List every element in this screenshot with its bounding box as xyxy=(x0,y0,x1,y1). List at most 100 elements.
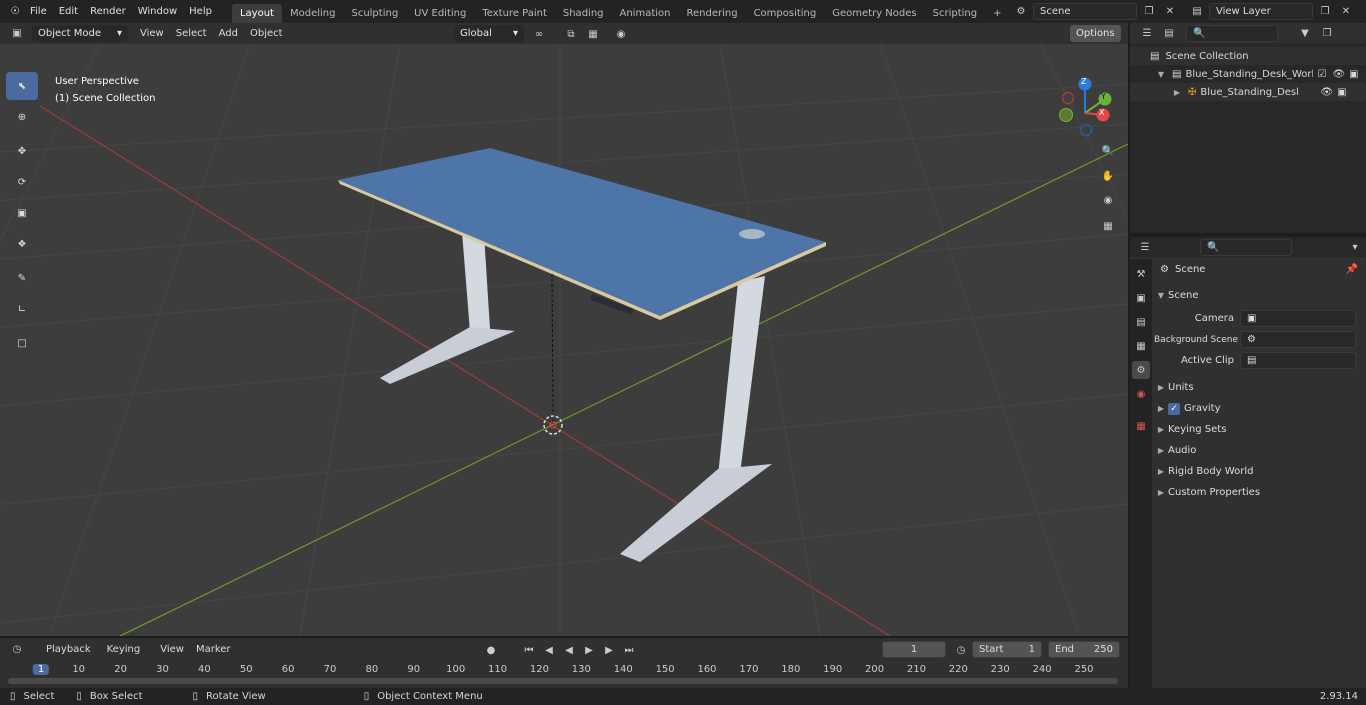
add-workspace-icon[interactable]: + xyxy=(985,4,1009,23)
tab-compositing[interactable]: Compositing xyxy=(746,4,825,23)
proportional-edit-icon[interactable]: ◉ xyxy=(612,25,630,43)
outliner-row[interactable]: ▶ ✠ Blue_Standing_Desk_Wo 👁 ▣ xyxy=(1130,83,1366,101)
camera-icon[interactable]: ▣ xyxy=(1337,87,1346,98)
select-box-tool-icon[interactable]: ⬉ xyxy=(6,72,38,100)
viewport-menu-object[interactable]: Object xyxy=(244,28,289,39)
current-frame-field[interactable]: 1 xyxy=(882,641,946,658)
timeline-menu-keying[interactable]: Keying xyxy=(101,644,147,655)
timeline-scrollbar[interactable] xyxy=(8,678,1118,684)
scale-tool-icon[interactable]: ▣ xyxy=(6,199,38,227)
tab-texture-paint[interactable]: Texture Paint xyxy=(474,4,555,23)
menu-file[interactable]: File xyxy=(24,6,53,17)
gizmo-z-label[interactable]: Z xyxy=(1081,77,1086,86)
tab-scripting[interactable]: Scripting xyxy=(925,4,985,23)
expand-down-icon[interactable]: ▼ xyxy=(1154,70,1168,79)
start-frame-field[interactable]: Start 1 xyxy=(972,641,1042,658)
tab-animation[interactable]: Animation xyxy=(612,4,679,23)
move-tool-icon[interactable]: ✥ xyxy=(6,137,38,165)
next-keyframe-icon[interactable]: ▶ xyxy=(600,641,618,659)
zoom-icon[interactable]: 🔍 xyxy=(1099,142,1117,160)
scene-icon[interactable]: ⚙ xyxy=(1012,2,1030,20)
3d-viewport[interactable]: User Perspective (1) Scene Collection Z … xyxy=(0,44,1128,636)
view-layer-tab-icon[interactable]: ▦ xyxy=(1132,337,1150,355)
scene-panel-header[interactable]: ▼ Scene xyxy=(1154,285,1366,306)
output-tab-icon[interactable]: ▤ xyxy=(1132,313,1150,331)
viewport-menu-select[interactable]: Select xyxy=(170,28,213,39)
active-clip-field[interactable]: ▤ xyxy=(1240,352,1356,369)
gravity-section[interactable]: ▶ ✓ Gravity xyxy=(1154,398,1366,419)
properties-search-input[interactable]: 🔍 xyxy=(1200,238,1292,256)
world-tab-icon[interactable]: ◉ xyxy=(1132,385,1150,403)
timeline-editor-icon[interactable]: ◷ xyxy=(8,640,26,658)
eye-icon[interactable]: 👁 xyxy=(1320,87,1333,98)
outliner-root-row[interactable]: ▤ Scene Collection xyxy=(1130,47,1366,65)
rotate-tool-icon[interactable]: ⟳ xyxy=(6,168,38,196)
editor-type-icon[interactable]: ▣ xyxy=(8,25,26,43)
eye-icon[interactable]: 👁 xyxy=(1332,69,1345,80)
checkbox-icon[interactable]: ☑ xyxy=(1317,69,1326,80)
timeline-menu-playback[interactable]: Playback xyxy=(40,644,97,655)
outliner-editor-icon[interactable]: ☰ xyxy=(1138,24,1156,42)
scene-field[interactable]: Scene xyxy=(1033,2,1137,20)
tab-rendering[interactable]: Rendering xyxy=(678,4,745,23)
timeline-menu-view[interactable]: View xyxy=(154,644,190,655)
render-tab-icon[interactable]: ▣ xyxy=(1132,289,1150,307)
tab-layout[interactable]: Layout xyxy=(231,4,282,23)
clock-icon[interactable]: ◷ xyxy=(952,641,970,659)
keying-sets-section[interactable]: ▶ Keying Sets xyxy=(1154,419,1366,440)
orientation-dropdown[interactable]: Global ▾ xyxy=(454,25,524,42)
properties-chevron-icon[interactable]: ▾ xyxy=(1346,238,1364,256)
background-scene-field[interactable]: ⚙ xyxy=(1240,331,1356,348)
tab-modeling[interactable]: Modeling xyxy=(282,4,344,23)
menu-render[interactable]: Render xyxy=(84,6,132,17)
properties-editor-icon[interactable]: ☰ xyxy=(1136,238,1154,256)
viewport-menu-view[interactable]: View xyxy=(134,28,170,39)
tab-sculpting[interactable]: Sculpting xyxy=(343,4,406,23)
texture-tab-icon[interactable]: ▦ xyxy=(1132,417,1150,435)
transform-tool-icon[interactable]: ❖ xyxy=(6,230,38,258)
ortho-grid-icon[interactable]: ▦ xyxy=(1099,217,1117,235)
new-scene-icon[interactable]: ❐ xyxy=(1140,2,1158,20)
camera-icon[interactable]: ▣ xyxy=(1349,69,1358,80)
gizmo-y-label[interactable]: Y xyxy=(1101,92,1106,101)
tab-geometry-nodes[interactable]: Geometry Nodes xyxy=(824,4,924,23)
camera-field[interactable]: ▣ xyxy=(1240,310,1356,327)
outliner-search-input[interactable]: 🔍 xyxy=(1186,24,1278,42)
record-icon[interactable]: ● xyxy=(482,641,500,659)
timeline-menu-marker[interactable]: Marker xyxy=(190,644,237,655)
menu-edit[interactable]: Edit xyxy=(53,6,84,17)
new-view-layer-icon[interactable]: ❐ xyxy=(1316,2,1334,20)
rigid-body-world-section[interactable]: ▶ Rigid Body World xyxy=(1154,461,1366,482)
custom-properties-section[interactable]: ▶ Custom Properties xyxy=(1154,482,1366,503)
measure-tool-icon[interactable]: ∟ xyxy=(6,295,38,323)
cursor-tool-icon[interactable]: ⊕ xyxy=(6,103,38,131)
options-button[interactable]: Options xyxy=(1070,25,1121,42)
gravity-checkbox[interactable]: ✓ xyxy=(1168,402,1180,415)
pan-hand-icon[interactable]: ✋ xyxy=(1099,167,1117,185)
tool-tab-icon[interactable]: ⚒ xyxy=(1132,265,1150,283)
tab-shading[interactable]: Shading xyxy=(555,4,612,23)
delete-scene-icon[interactable]: ✕ xyxy=(1161,2,1179,20)
camera-view-icon[interactable]: ◉ xyxy=(1099,191,1117,209)
view-layer-icon[interactable]: ▤ xyxy=(1188,2,1206,20)
gizmo-x-label[interactable]: X xyxy=(1099,108,1104,117)
units-section[interactable]: ▶ Units xyxy=(1154,377,1366,398)
snap-target-icon[interactable]: ▦ xyxy=(584,25,602,43)
view-layer-field[interactable]: View Layer xyxy=(1209,2,1313,20)
outliner-row[interactable]: ▼ ▤ Blue_Standing_Desk_Worksta ☑ 👁 ▣ xyxy=(1130,65,1366,83)
scene-tab-icon[interactable]: ⚙ xyxy=(1132,361,1150,379)
new-collection-icon[interactable]: ❐ xyxy=(1318,24,1336,42)
mode-dropdown[interactable]: Object Mode ▾ xyxy=(32,25,128,42)
jump-end-icon[interactable]: ⏭ xyxy=(620,641,638,659)
annotate-tool-icon[interactable]: ✎ xyxy=(6,264,38,292)
end-frame-field[interactable]: End 250 xyxy=(1048,641,1120,658)
tab-uv-editing[interactable]: UV Editing xyxy=(406,4,474,23)
prev-keyframe-icon[interactable]: ◀ xyxy=(540,641,558,659)
jump-start-icon[interactable]: ⏮ xyxy=(520,641,538,659)
add-cube-tool-icon[interactable]: □ xyxy=(6,329,38,357)
display-mode-icon[interactable]: ▤ xyxy=(1160,24,1178,42)
expand-right-icon[interactable]: ▶ xyxy=(1170,88,1184,97)
filter-icon[interactable]: ▼ xyxy=(1296,24,1314,42)
pivot-icon[interactable]: ∞ xyxy=(530,25,548,43)
timeline-ruler[interactable]: 1 10 20 30 40 50 60 70 80 90 100 110 120 130 140 150 160… xyxy=(0,662,1128,678)
